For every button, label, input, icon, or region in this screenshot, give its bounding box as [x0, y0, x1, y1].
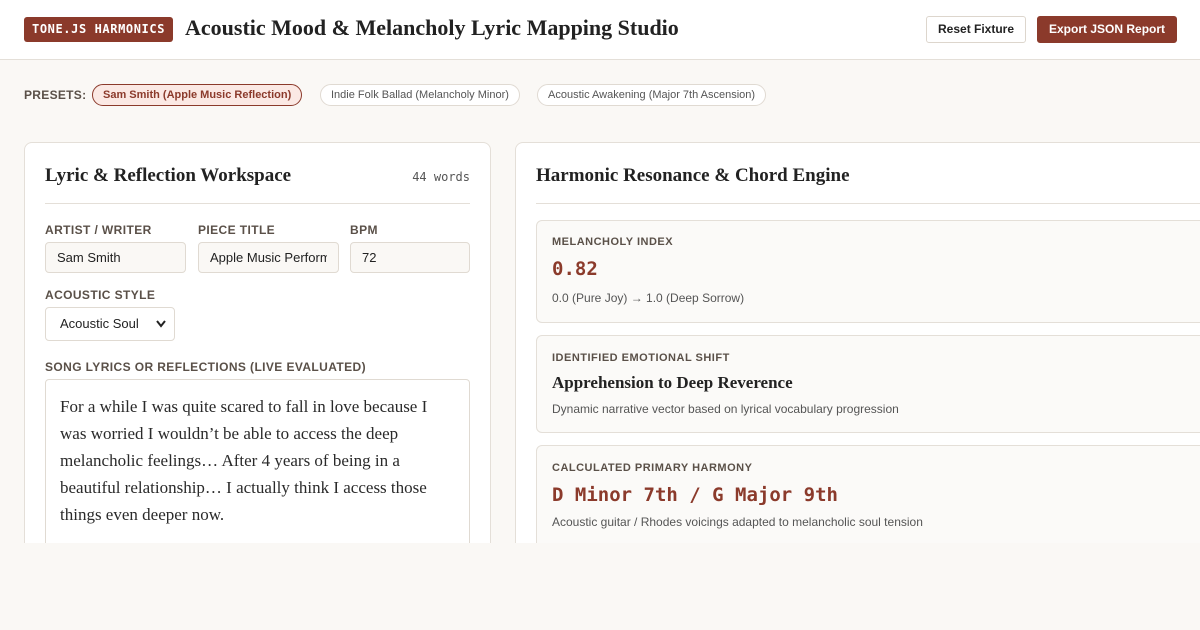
melancholy-index-scale: 0.0 (Pure Joy) → 1.0 (Deep Sorrow): [552, 291, 745, 305]
divider: [45, 203, 470, 204]
primary-harmony-label: CALCULATED PRIMARY HARMONY: [552, 462, 753, 474]
melancholy-index-label: MELANCHOLY INDEX: [552, 236, 674, 248]
acoustic-style-value: Acoustic Soul: [60, 316, 139, 331]
emotional-shift-card: IDENTIFIED EMOTIONAL SHIFT Apprehension …: [536, 335, 1200, 433]
preset-chip-indie-folk[interactable]: Indie Folk Ballad (Melancholy Minor): [320, 84, 520, 106]
melancholy-index-card: MELANCHOLY INDEX 0.82 0.0 (Pure Joy) → 1…: [536, 220, 1200, 323]
preset-chip-sam-smith[interactable]: Sam Smith (Apple Music Reflection): [92, 84, 303, 106]
artist-label: ARTIST / WRITER: [45, 223, 152, 237]
primary-harmony-card: CALCULATED PRIMARY HARMONY D Minor 7th /…: [536, 445, 1200, 555]
acoustic-style-select[interactable]: Acoustic Soul: [45, 307, 175, 341]
preset-chip-acoustic-awakening[interactable]: Acoustic Awakening (Major 7th Ascension): [537, 84, 767, 106]
melancholy-index-value: 0.82: [552, 258, 598, 280]
bpm-input[interactable]: [350, 242, 470, 273]
bpm-label: BPM: [350, 223, 378, 237]
app-title: Acoustic Mood & Melancholy Lyric Mapping…: [185, 15, 679, 40]
word-count: 44 words: [412, 170, 470, 184]
piece-title-label: PIECE TITLE: [198, 223, 276, 237]
reset-fixture-button[interactable]: Reset Fixture: [926, 16, 1027, 43]
engine-title: Harmonic Resonance & Chord Engine: [536, 165, 850, 186]
primary-harmony-description: Acoustic guitar / Rhodes voicings adapte…: [552, 515, 923, 529]
lyric-workspace-panel: Lyric & Reflection Workspace 44 words AR…: [24, 142, 491, 579]
primary-harmony-value: D Minor 7th / G Major 9th: [552, 484, 838, 506]
chevron-down-icon: [155, 308, 167, 352]
divider: [536, 203, 1200, 204]
lyrics-label: SONG LYRICS OR REFLECTIONS (LIVE EVALUAT…: [45, 360, 366, 374]
emotional-shift-value: Apprehension to Deep Reverence: [552, 373, 793, 392]
export-json-button[interactable]: Export JSON Report: [1037, 16, 1178, 43]
brand-badge: TONE.JS HARMONICS: [24, 17, 174, 42]
top-bar: TONE.JS HARMONICS Acoustic Mood & Melanc…: [0, 0, 1200, 60]
artist-input[interactable]: [45, 242, 186, 273]
content-clip: [0, 543, 1200, 630]
piece-title-input[interactable]: [198, 242, 339, 273]
presets-label: PRESETS:: [24, 88, 87, 102]
harmonic-engine-panel: Harmonic Resonance & Chord Engine MELANC…: [515, 142, 1200, 562]
emotional-shift-label: IDENTIFIED EMOTIONAL SHIFT: [552, 352, 730, 364]
workspace-title: Lyric & Reflection Workspace: [45, 165, 292, 186]
acoustic-style-label: ACOUSTIC STYLE: [45, 288, 156, 302]
emotional-shift-description: Dynamic narrative vector based on lyrica…: [552, 402, 899, 416]
